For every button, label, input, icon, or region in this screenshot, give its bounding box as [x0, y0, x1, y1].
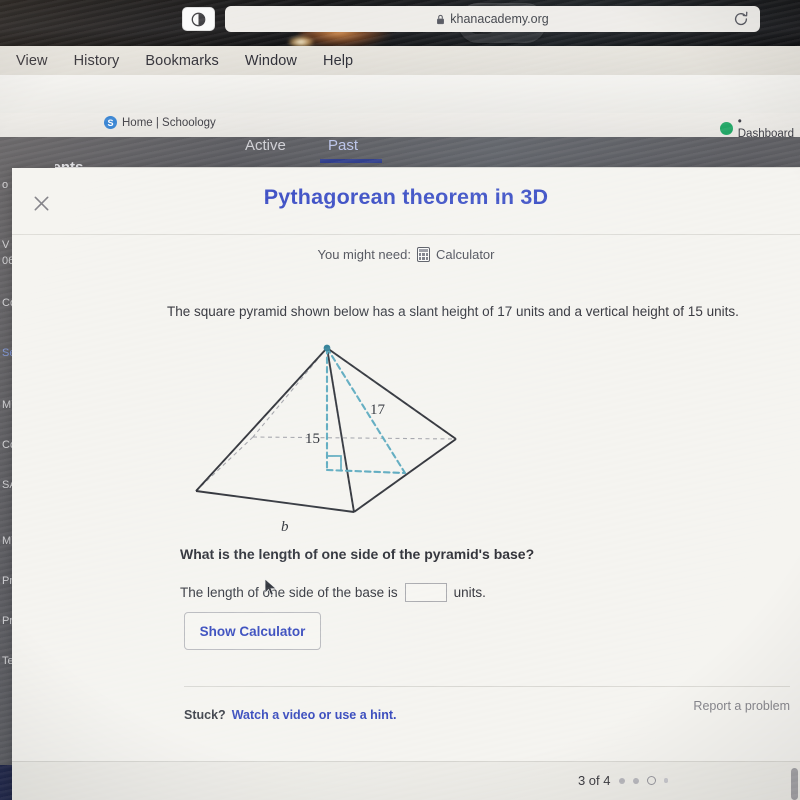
- reload-glyph: [734, 11, 748, 26]
- modal-header: Pythagorean theorem in 3D: [12, 168, 800, 235]
- pagination-label: 3 of 4: [577, 773, 611, 788]
- mouse-cursor: [264, 578, 278, 596]
- menu-item-window[interactable]: Window: [245, 53, 297, 69]
- screen-photo: View History Bookmarks Window Help khana…: [0, 0, 800, 800]
- pyramid-svg: 17 15 b: [195, 344, 457, 535]
- page-title: Pythagorean theorem in 3D: [263, 185, 549, 209]
- highlight-triangle: [325, 346, 407, 475]
- mac-menu-bar: View History Bookmarks Window Help: [0, 46, 800, 75]
- lock-icon: [437, 14, 445, 24]
- show-calculator-button[interactable]: Show Calculator: [184, 612, 321, 650]
- url-text-container: khanacademy.org: [225, 6, 760, 32]
- apex-vertex-dot: [323, 344, 331, 352]
- bookmark-dashboard[interactable]: • Dashboard: [720, 116, 800, 140]
- vertical-height-label: 15: [305, 431, 320, 447]
- exercise-modal: Pythagorean theorem in 3D You might need…: [12, 168, 800, 800]
- menu-item-bookmarks[interactable]: Bookmarks: [145, 53, 218, 69]
- dashboard-icon: [720, 121, 733, 135]
- square-pyramid-figure: 17 15 b: [180, 336, 480, 536]
- reload-icon[interactable]: [732, 10, 750, 28]
- tab-past-underline: [320, 159, 382, 163]
- report-problem-link[interactable]: Report a problem: [693, 699, 790, 713]
- need-prefix: You might need:: [317, 247, 411, 262]
- url-bar[interactable]: khanacademy.org: [225, 6, 760, 32]
- menu-item-help[interactable]: Help: [323, 53, 353, 69]
- answer-input[interactable]: [404, 583, 447, 602]
- base-length-label: b: [281, 519, 289, 535]
- schoology-icon: S: [104, 116, 117, 129]
- slant-height-label: 17: [370, 402, 386, 418]
- problem-statement: The square pyramid shown below has a sla…: [167, 304, 739, 319]
- answer-row: The length of one side of the base is un…: [180, 583, 486, 602]
- answer-prefix: The length of one side of the base is: [180, 585, 398, 600]
- hint-link[interactable]: Watch a video or use a hint.: [232, 708, 397, 722]
- bookmarks-bar: S Home | Schoology • Dashboard: [0, 113, 800, 140]
- pager-dot-3-current[interactable]: [646, 776, 656, 785]
- pager-dot-4[interactable]: [663, 778, 668, 783]
- menu-item-view[interactable]: View: [16, 53, 48, 69]
- browser-toolbar: [0, 75, 800, 113]
- pagination: 3 of 4: [578, 773, 668, 788]
- you-might-need-row: You might need: Calculator: [12, 247, 800, 262]
- question-text: What is the length of one side of the py…: [180, 546, 535, 562]
- tab-past[interactable]: Past: [328, 137, 358, 154]
- page-top-bar: Active Past: [0, 137, 800, 167]
- bookmark-schoology[interactable]: S Home | Schoology: [104, 116, 216, 129]
- answer-suffix: units.: [453, 585, 486, 600]
- tab-active[interactable]: Active: [245, 137, 286, 154]
- calculator-icon: [416, 247, 430, 262]
- stuck-prefix: Stuck?: [184, 708, 226, 722]
- scrollbar-thumb[interactable]: [791, 768, 798, 800]
- bookmark-label: • Dashboard: [737, 116, 795, 140]
- bookmark-label: Home | Schoology: [122, 116, 216, 129]
- stuck-row: Stuck? Watch a video or use a hint.: [184, 708, 397, 722]
- footer-divider: [184, 686, 790, 687]
- modal-bottom-bar: 3 of 4: [12, 761, 800, 800]
- pager-dot-2[interactable]: [632, 777, 639, 784]
- pager-dot-1[interactable]: [618, 777, 625, 784]
- menu-item-history[interactable]: History: [74, 53, 120, 69]
- url-hostname: khanacademy.org: [450, 12, 549, 26]
- calculator-label: Calculator: [435, 247, 495, 262]
- right-angle-marker: [327, 455, 342, 470]
- sidebar-toggle-icon[interactable]: [182, 7, 215, 31]
- contrast-circle-icon: [191, 12, 206, 26]
